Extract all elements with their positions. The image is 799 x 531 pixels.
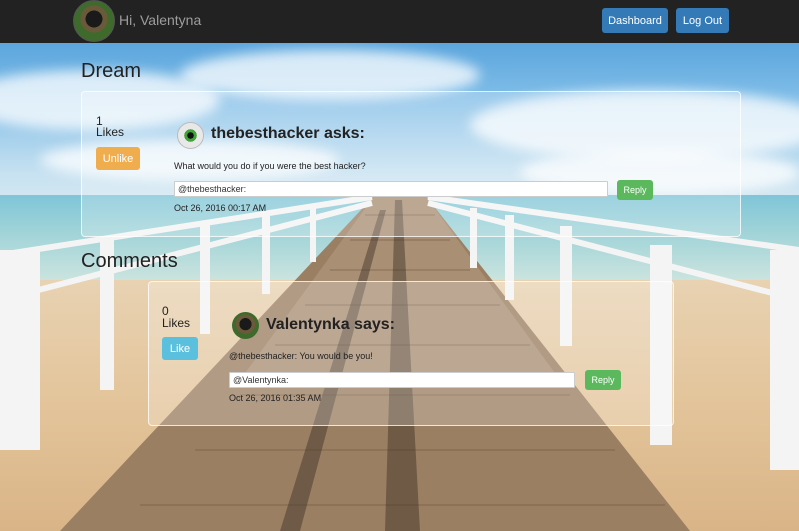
dream-reply-button[interactable]: Reply: [617, 180, 653, 200]
comment-text: @thebesthacker: You would be you!: [229, 351, 373, 361]
dream-likes-label: Likes: [96, 125, 125, 139]
dream-reply-input[interactable]: [174, 181, 608, 197]
comment-reply-input[interactable]: [229, 372, 575, 388]
comment-panel: 0 Likes Like Valentynka says: @thebestha…: [148, 281, 674, 426]
user-avatar[interactable]: [73, 0, 115, 42]
asker-avatar-eye-icon: [177, 122, 204, 149]
dream-panel: 1 Likes Unlike thebesthacker asks: What …: [81, 91, 741, 237]
unlike-button[interactable]: Unlike: [96, 147, 140, 170]
top-navbar: Hi, Valentyna Dashboard Log Out: [0, 0, 799, 43]
dashboard-button[interactable]: Dashboard: [602, 8, 668, 33]
greeting-text: Hi, Valentyna: [119, 12, 202, 28]
comment-timestamp: Oct 26, 2016 01:35 AM: [229, 393, 322, 403]
dream-timestamp: Oct 26, 2016 00:17 AM: [174, 203, 267, 213]
asker-heading: thebesthacker asks:: [211, 125, 365, 142]
logout-button[interactable]: Log Out: [676, 8, 729, 33]
comment-reply-button[interactable]: Reply: [585, 370, 621, 390]
dream-section-title: Dream: [81, 60, 142, 82]
dream-question-text: What would you do if you were the best h…: [174, 161, 366, 171]
commenter-avatar: [232, 312, 259, 339]
commenter-heading: Valentynka says:: [266, 316, 395, 333]
comments-section-title: Comments: [81, 250, 178, 272]
like-button[interactable]: Like: [162, 337, 198, 360]
comment-likes-label: Likes: [162, 316, 191, 330]
